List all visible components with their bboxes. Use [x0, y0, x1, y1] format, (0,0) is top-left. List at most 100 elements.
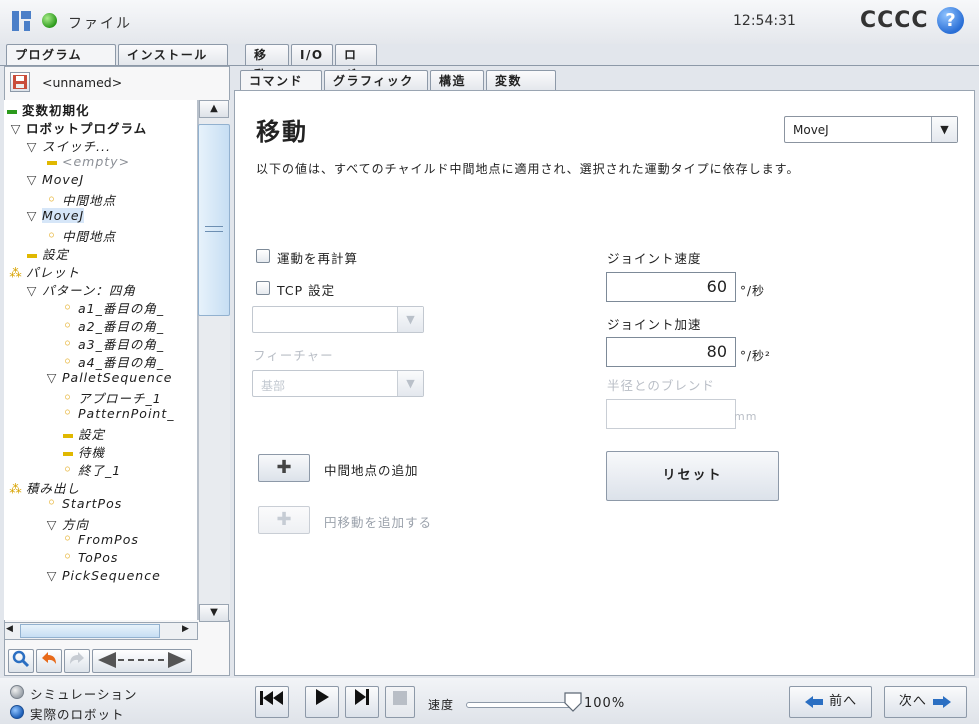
recalculate-checkbox[interactable]: [256, 249, 270, 263]
tree-node[interactable]: ◦ a2_番目の角_: [60, 316, 164, 335]
tree-node[interactable]: 設定: [24, 244, 69, 263]
tree-node-label: PickSequence: [62, 568, 161, 583]
feature-select[interactable]: 基部 ▼: [252, 370, 424, 397]
tree-node[interactable]: ◦ PatternPoint_: [60, 405, 174, 422]
scroll-left-icon[interactable]: ◀: [6, 624, 13, 634]
tree-node[interactable]: ▽ パターン：四角: [24, 280, 136, 299]
tree-node[interactable]: ◦ 中間地点: [44, 190, 116, 209]
arrow-left-icon: [804, 695, 823, 708]
save-program-icon[interactable]: [10, 72, 30, 92]
tab-io[interactable]: I/O: [291, 44, 333, 66]
program-tree[interactable]: 変数初期化 ▽ ロボットプログラム ▽ スイッチ... <empty> ▽ MoveJ ◦ 中間地…: [4, 100, 198, 620]
add-waypoint-button[interactable]: ✚: [258, 454, 310, 482]
triangle-down-icon: ▽: [26, 208, 38, 223]
add-waypoint-label: 中間地点の追加: [324, 463, 419, 478]
tab-installation[interactable]: インストール: [118, 44, 228, 66]
waypoint-icon: ◦: [62, 529, 74, 548]
tree-node[interactable]: 待機: [60, 442, 105, 461]
tree-node[interactable]: ◦ ToPos: [60, 549, 118, 566]
tree-node[interactable]: ◦ FromPos: [60, 529, 139, 548]
redo-icon[interactable]: [64, 649, 90, 673]
file-menu[interactable]: ファイル: [68, 13, 132, 33]
play-icon[interactable]: [305, 686, 339, 718]
help-icon[interactable]: ?: [937, 7, 964, 34]
scroll-up-icon[interactable]: ▲: [199, 100, 229, 118]
tree-node[interactable]: ◦ StartPos: [44, 493, 123, 512]
blend-radius-input[interactable]: [606, 399, 736, 429]
joint-speed-input[interactable]: 60: [606, 272, 736, 302]
tree-node[interactable]: ⁂ 積み出し: [8, 478, 80, 497]
tab-graphics[interactable]: グラフィック: [324, 70, 428, 92]
tree-node[interactable]: ▽ MoveJ: [24, 208, 85, 223]
rewind-icon[interactable]: [255, 686, 289, 718]
simulation-radio[interactable]: [10, 685, 24, 699]
previous-button[interactable]: 前へ: [789, 686, 872, 718]
stop-icon[interactable]: [385, 686, 415, 718]
tab-variables[interactable]: 変数: [486, 70, 556, 92]
tree-node-label: 変数初期化: [22, 103, 90, 118]
tcp-checkbox[interactable]: [256, 281, 270, 295]
scroll-right-icon[interactable]: ▶: [182, 624, 189, 634]
move-range-icon[interactable]: [92, 649, 192, 673]
tree-node[interactable]: ▽ MoveJ: [24, 172, 84, 187]
tree-node-label: アプローチ_1: [78, 391, 162, 406]
tree-node[interactable]: ▽ スイッチ...: [24, 136, 111, 155]
tab-program[interactable]: プログラム: [6, 44, 116, 66]
joint-accel-input[interactable]: 80: [606, 337, 736, 367]
triangle-down-icon: ▽: [26, 139, 38, 154]
tree-node[interactable]: ◦ 中間地点: [44, 226, 116, 245]
reset-button[interactable]: リセット: [606, 451, 779, 501]
waypoint-icon: ◦: [62, 298, 74, 317]
tree-node[interactable]: ◦ a4_番目の角_: [60, 352, 164, 371]
dash-icon: [60, 427, 76, 442]
tcp-label: TCP 設定: [277, 283, 336, 298]
tab-log[interactable]: ログ: [335, 44, 377, 82]
tab-command[interactable]: コマンド: [240, 70, 322, 92]
scroll-down-icon[interactable]: ▼: [199, 604, 229, 622]
tree-node[interactable]: ⁂ パレット: [8, 262, 80, 281]
waypoint-icon: ◦: [46, 493, 58, 512]
move-type-select[interactable]: MoveJ ▼: [784, 116, 958, 143]
tab-move[interactable]: 移動: [245, 44, 289, 82]
tree-node[interactable]: ◦ 終了_1: [60, 460, 121, 479]
tree-node[interactable]: <empty>: [44, 154, 130, 169]
tcp-select[interactable]: ▼: [252, 306, 424, 333]
hscroll-thumb[interactable]: [20, 624, 160, 638]
tree-node-label: MoveJ: [42, 208, 85, 223]
tree-node[interactable]: ◦ a3_番目の角_: [60, 334, 164, 353]
speed-slider-knob[interactable]: [564, 692, 582, 712]
search-icon[interactable]: [8, 649, 34, 673]
program-name: <unnamed>: [42, 75, 123, 90]
joint-speed-unit: °/秒: [740, 284, 766, 298]
waypoint-icon: ◦: [62, 334, 74, 353]
ur-logo-icon: [10, 9, 34, 35]
tree-node-label: 待機: [78, 445, 106, 460]
tree-node[interactable]: ◦ アプローチ_1: [60, 388, 162, 407]
tab-structure[interactable]: 構造: [430, 70, 484, 92]
undo-icon[interactable]: [36, 649, 62, 673]
triangle-down-icon: ▽: [46, 568, 58, 583]
step-icon[interactable]: [345, 686, 379, 718]
pallet-icon: ⁂: [9, 481, 23, 496]
tree-node[interactable]: 変数初期化: [4, 100, 90, 119]
tree-node[interactable]: ▽ PickSequence: [44, 568, 161, 583]
tree-node[interactable]: ◦ a1_番目の角_: [60, 298, 164, 317]
speed-label: 速度: [428, 698, 455, 712]
tree-node[interactable]: ▽ ロボットプログラム: [8, 118, 147, 137]
next-button[interactable]: 次へ: [884, 686, 967, 718]
tree-node[interactable]: ▽ PalletSequence: [44, 370, 172, 385]
joint-accel-label: ジョイント加速: [607, 317, 702, 332]
tree-node-label: StartPos: [62, 496, 123, 511]
triangle-down-icon: ▽: [46, 517, 58, 532]
tree-node[interactable]: 設定: [60, 424, 105, 443]
dash-icon: [60, 445, 76, 460]
waypoint-icon: ◦: [62, 352, 74, 371]
speed-slider[interactable]: [466, 702, 578, 708]
chevron-down-icon: ▼: [397, 371, 423, 396]
real-robot-radio[interactable]: [10, 705, 24, 719]
scroll-thumb[interactable]: [198, 124, 230, 316]
add-circle-move-button[interactable]: ✚: [258, 506, 310, 534]
tree-node-label: 設定: [42, 247, 70, 262]
triangle-down-icon: ▽: [46, 370, 58, 385]
dash-icon: [24, 247, 40, 262]
